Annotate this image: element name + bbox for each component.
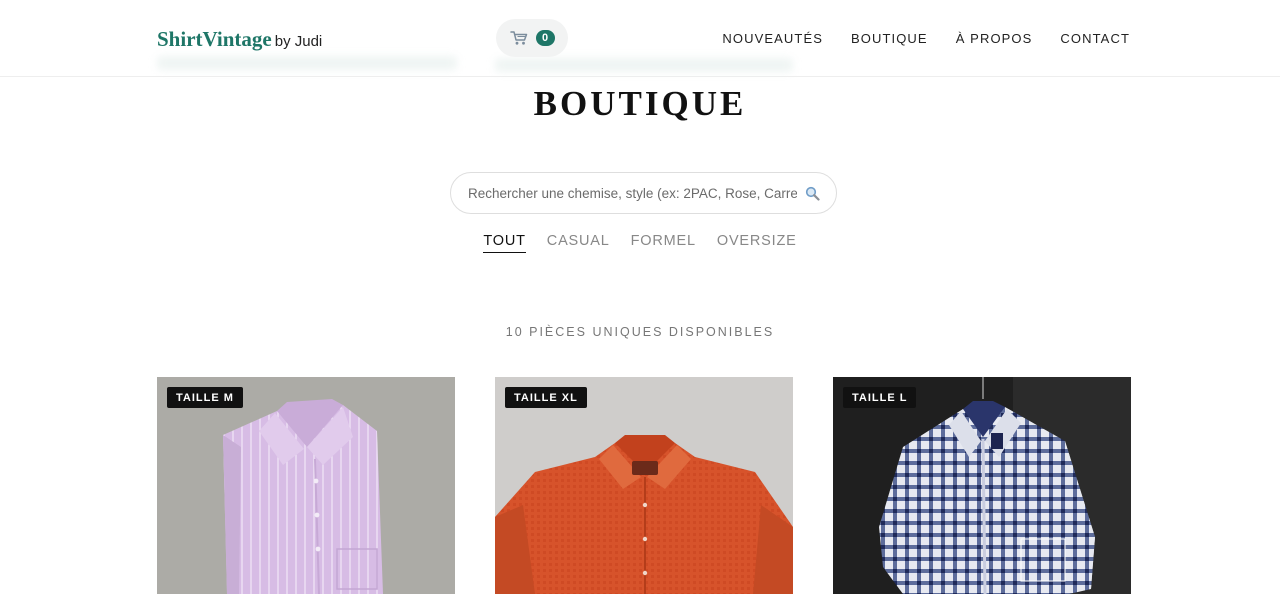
filter-tab-casual[interactable]: CASUAL — [547, 233, 610, 253]
search-input[interactable] — [468, 185, 797, 201]
nav-link-contact[interactable]: CONTACT — [1060, 31, 1130, 46]
product-card[interactable]: TAILLE XL — [495, 377, 793, 594]
category-filters: TOUT CASUAL FORMEL OVERSIZE — [0, 233, 1280, 253]
search-icon[interactable] — [805, 186, 820, 201]
brand-name: ShirtVintage — [157, 27, 272, 51]
filter-tab-tout[interactable]: TOUT — [483, 233, 526, 253]
brand-byline: by Judi — [274, 33, 323, 50]
main-nav: NOUVEAUTÉS BOUTIQUE À PROPOS CONTACT — [722, 31, 1130, 46]
page-title: BOUTIQUE — [533, 84, 747, 123]
search-bar — [450, 172, 837, 214]
results-count: 10 PIÈCES UNIQUES DISPONIBLES — [505, 325, 775, 339]
product-card[interactable]: TAILLE L — [833, 377, 1131, 594]
product-grid: TAILLE M TAILLE XL TAILLE L — [157, 377, 1131, 594]
site-header: ShirtVintage by Judi 0 NOUVEAUTÉS BOUTIQU… — [0, 0, 1280, 77]
cart-icon — [509, 30, 528, 46]
cart-count-badge: 0 — [535, 30, 555, 46]
nav-link-nouveautes[interactable]: NOUVEAUTÉS — [722, 31, 823, 46]
size-badge: TAILLE L — [843, 387, 917, 408]
nav-link-boutique[interactable]: BOUTIQUE — [851, 31, 928, 46]
header-shadow-decoration — [157, 56, 457, 70]
product-image — [833, 377, 1131, 594]
cart-button[interactable]: 0 — [496, 19, 568, 57]
filter-tab-oversize[interactable]: OVERSIZE — [717, 233, 797, 253]
size-badge: TAILLE M — [167, 387, 243, 408]
nav-link-a-propos[interactable]: À PROPOS — [956, 31, 1033, 46]
product-image — [157, 377, 455, 594]
filter-tab-formel[interactable]: FORMEL — [631, 233, 696, 253]
site-logo[interactable]: ShirtVintage by Judi — [157, 27, 322, 52]
product-card[interactable]: TAILLE M — [157, 377, 455, 594]
header-shadow-decoration — [495, 58, 793, 72]
size-badge: TAILLE XL — [505, 387, 587, 408]
product-image — [495, 377, 793, 594]
